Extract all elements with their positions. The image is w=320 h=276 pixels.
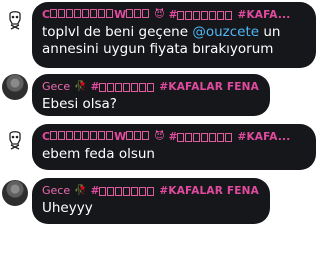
sender-glyphs (50, 9, 114, 18)
sender-row: Gece 🥀 # #KAFALAR FENA (42, 80, 260, 94)
message-text: Uheyyy (42, 200, 93, 216)
group-tag: #KAFALAR FENA (159, 185, 259, 197)
sender-glyphs (50, 131, 114, 140)
skull-avatar[interactable] (2, 128, 28, 154)
sender-row: Gece 🥀 # #KAFALAR FENA (42, 184, 260, 198)
sender-name[interactable]: CW (42, 130, 150, 144)
badge-glyphs: # (91, 80, 156, 94)
message-text: toplvl de beni geçene @ouzcete un annesi… (42, 24, 281, 57)
group-tag: #KAFA... (237, 131, 291, 143)
skull-icon (9, 131, 21, 150)
badge-glyphs: # (91, 184, 156, 198)
message-text: Ebesi olsa? (42, 96, 117, 112)
sender-name[interactable]: CW (42, 8, 150, 22)
message-bubble[interactable]: Gece 🥀 # #KAFALAR FENA Ebesi olsa? (32, 74, 270, 116)
message-bubble[interactable]: CW 😈 # #KAFA... toplvl de beni geçene @o… (32, 2, 316, 68)
sender-row: CW 😈 # #KAFA... (42, 8, 306, 22)
sender-name[interactable]: Gece (42, 184, 70, 198)
badge-glyphs: # (169, 130, 234, 144)
dark-avatar[interactable] (2, 180, 28, 206)
devil-emoji-icon: 😈 (154, 9, 165, 20)
sender-name[interactable]: Gece (42, 80, 70, 94)
devil-emoji-icon: 😈 (154, 131, 165, 142)
skull-icon (9, 11, 21, 30)
message-text: ebem feda olsun (42, 146, 155, 162)
rose-emoji-icon: 🥀 (74, 81, 87, 92)
mention-link[interactable]: @ouzcete (192, 24, 259, 40)
group-tag: #KAFA... (237, 9, 291, 21)
skull-avatar[interactable] (2, 8, 28, 34)
message-bubble[interactable]: CW 😈 # #KAFA... ebem feda olsun (32, 124, 316, 170)
badge-glyphs: # (169, 8, 234, 22)
group-tag: #KAFALAR FENA (159, 81, 259, 93)
sender-row: CW 😈 # #KAFA... (42, 130, 306, 144)
dark-avatar[interactable] (2, 74, 28, 100)
rose-emoji-icon: 🥀 (74, 185, 87, 196)
message-bubble[interactable]: Gece 🥀 # #KAFALAR FENA Uheyyy (32, 178, 270, 224)
chat-thread: CW 😈 # #KAFA... toplvl de beni geçene @o… (0, 0, 320, 276)
